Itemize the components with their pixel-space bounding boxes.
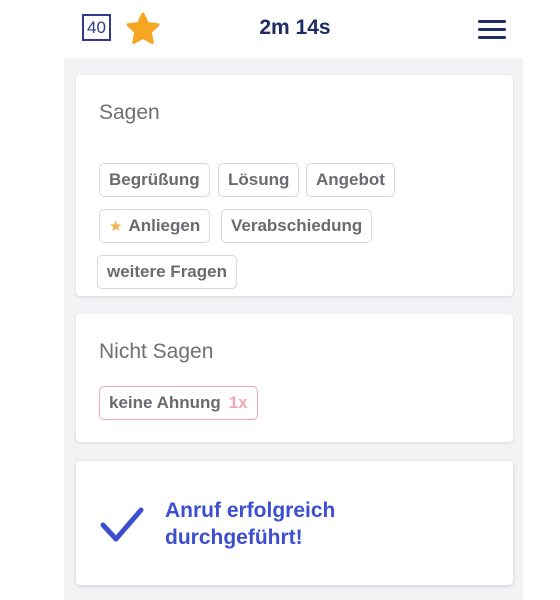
menu-line <box>478 20 506 23</box>
chip-anliegen[interactable]: ★ Anliegen <box>99 209 211 243</box>
chip-label: Verabschiedung <box>231 216 363 235</box>
chip-keine-ahnung[interactable]: keine Ahnung 1x <box>99 386 258 420</box>
dont-say-card: Nicht Sagen keine Ahnung 1x <box>76 314 513 442</box>
menu-line <box>478 36 506 39</box>
chip-weitere-fragen[interactable]: weitere Fragen <box>97 255 237 289</box>
chip-begruessung[interactable]: Begrüßung <box>99 163 210 197</box>
checkmark-icon <box>100 507 144 542</box>
chip-label: Angebot <box>316 170 385 189</box>
say-card-title: Sagen <box>99 101 160 124</box>
chip-label: Anliegen <box>128 216 201 235</box>
chip-label: Begrüßung <box>109 170 200 189</box>
dont-say-card-title: Nicht Sagen <box>99 340 214 363</box>
success-message: Anruf erfolgreich durchgeführt! <box>165 499 336 549</box>
chip-loesung[interactable]: Lösung <box>218 163 300 197</box>
chip-label: keine Ahnung <box>109 393 221 412</box>
call-result-card: Anruf erfolgreich durchgeführt! <box>76 461 513 585</box>
hamburger-menu-icon[interactable] <box>478 18 506 40</box>
chip-angebot[interactable]: Angebot <box>306 163 395 197</box>
call-timer: 2m 14s <box>259 16 331 39</box>
chip-label: Lösung <box>228 170 290 189</box>
chip-label: weitere Fragen <box>107 262 227 281</box>
top-bar: 40 2m 14s <box>0 0 560 58</box>
say-card: Sagen Begrüßung Lösung Angebot ★ Anliegen… <box>76 75 513 296</box>
chip-verabschiedung[interactable]: Verabschiedung <box>221 209 373 243</box>
star-icon: ★ <box>109 218 123 235</box>
menu-line <box>478 28 506 31</box>
usage-count: 1x <box>228 393 248 412</box>
main-content: Sagen Begrüßung Lösung Angebot ★ Anliegen… <box>64 58 523 600</box>
